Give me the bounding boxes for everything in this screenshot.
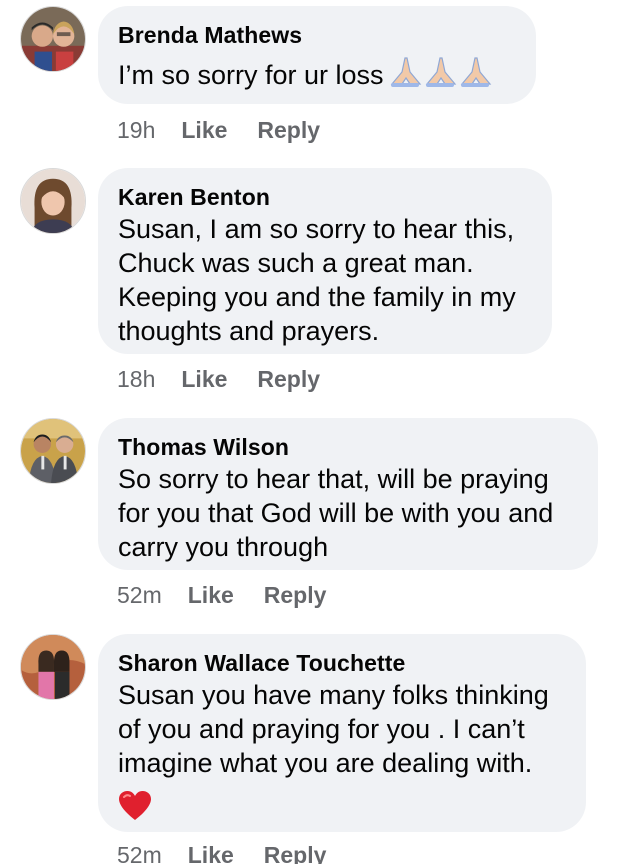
comment-author[interactable]: Thomas Wilson xyxy=(118,432,578,462)
comment-text-line: thoughts and prayers. xyxy=(118,316,380,346)
like-button[interactable]: Like xyxy=(181,366,227,392)
comments-thread: Brenda Mathews I’m so sorry for ur loss xyxy=(0,0,624,864)
comment-text-line: of you and praying for you . I can’t xyxy=(118,714,525,744)
reply-button[interactable]: Reply xyxy=(257,117,320,143)
like-button[interactable]: Like xyxy=(188,842,234,864)
comment-bubble: Karen Benton Susan, I am so sorry to hea… xyxy=(98,168,552,354)
comment-author[interactable]: Brenda Mathews xyxy=(118,20,516,50)
like-button[interactable]: Like xyxy=(181,117,227,143)
avatar[interactable] xyxy=(20,634,86,700)
comment-timestamp[interactable]: 52m xyxy=(117,582,162,608)
comment-timestamp[interactable]: 19h xyxy=(117,117,155,143)
comment-bubble: Thomas Wilson So sorry to hear that, wil… xyxy=(98,418,598,570)
comment-timestamp[interactable]: 18h xyxy=(117,366,155,392)
comment-text-line: So sorry to hear that, will be praying xyxy=(118,464,549,494)
comment-author[interactable]: Sharon Wallace Touchette xyxy=(118,648,566,678)
comment-text-line: Susan, I am so sorry to hear this, xyxy=(118,214,515,244)
avatar[interactable] xyxy=(20,6,86,72)
red-heart-icon xyxy=(118,790,566,827)
comment-actions: 52m Like Reply xyxy=(117,840,356,864)
comment-actions: 52m Like Reply xyxy=(117,580,356,610)
comment-actions: 19h Like Reply xyxy=(117,115,350,145)
comment-text-line: Keeping you and the family in my xyxy=(118,282,516,312)
comment-text-line: Chuck was such a great man. xyxy=(118,248,474,278)
comment-bubble: Sharon Wallace Touchette Susan you have … xyxy=(98,634,586,832)
reply-button[interactable]: Reply xyxy=(264,842,327,864)
reply-button[interactable]: Reply xyxy=(257,366,320,392)
avatar[interactable] xyxy=(20,168,86,234)
comment-text-line: imagine what you are dealing with. xyxy=(118,748,533,778)
comment-text: Susan you have many folks thinking of yo… xyxy=(118,678,566,780)
comment-text: I’m so sorry for ur loss xyxy=(118,56,516,96)
like-button[interactable]: Like xyxy=(188,582,234,608)
comment-text-line: carry you through xyxy=(118,532,329,562)
avatar[interactable] xyxy=(20,418,86,484)
comment-bubble: Brenda Mathews I’m so sorry for ur loss xyxy=(98,6,536,104)
comment-author[interactable]: Karen Benton xyxy=(118,182,532,212)
comment-text-line: Susan you have many folks thinking xyxy=(118,680,549,710)
reply-button[interactable]: Reply xyxy=(264,582,327,608)
comment-text: So sorry to hear that, will be praying f… xyxy=(118,462,578,564)
comment-actions: 18h Like Reply xyxy=(117,364,350,394)
praying-hands-icon xyxy=(388,56,492,96)
comment-text: Susan, I am so sorry to hear this, Chuck… xyxy=(118,212,532,348)
comment-text-body: I’m so sorry for ur loss xyxy=(118,60,384,90)
comment-text-line: for you that God will be with you and xyxy=(118,498,554,528)
comment-timestamp[interactable]: 52m xyxy=(117,842,162,864)
